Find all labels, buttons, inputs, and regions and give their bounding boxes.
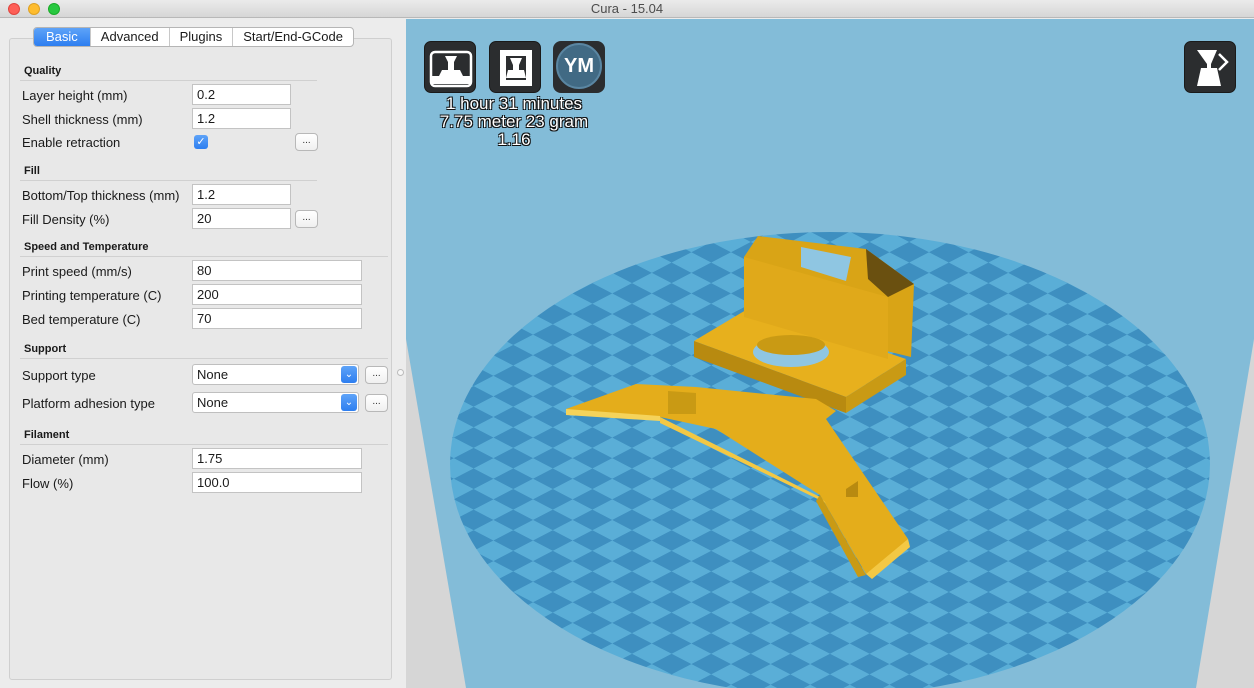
fill-heading: Fill	[24, 165, 40, 177]
retraction-more-button[interactable]: ...	[295, 133, 318, 151]
3d-viewport[interactable]: YM 1 hour 31 minutes 7.75 meter 23 gram …	[406, 19, 1254, 688]
shell-thickness-label: Shell thickness (mm)	[22, 112, 143, 127]
support-heading: Support	[24, 343, 67, 355]
chevron-down-icon: ⌄	[341, 394, 357, 411]
support-type-label: Support type	[22, 368, 96, 383]
save-toolpath-button[interactable]	[489, 41, 541, 93]
print-time: 1 hour 31 minutes	[445, 94, 583, 113]
print-speed-label: Print speed (mm/s)	[22, 264, 132, 279]
bed-temperature-label: Bed temperature (C)	[22, 312, 141, 327]
panel-splitter-handle[interactable]	[397, 369, 404, 376]
tab-plugins[interactable]: Plugins	[168, 28, 233, 46]
load-model-icon	[429, 50, 473, 88]
printing-temperature-input[interactable]	[192, 284, 362, 305]
speed-divider	[20, 256, 388, 257]
fill-divider	[20, 180, 317, 181]
layer-height-label: Layer height (mm)	[22, 88, 128, 103]
shell-thickness-input[interactable]	[192, 108, 291, 129]
layer-height-input[interactable]	[192, 84, 291, 105]
platform-adhesion-value: None	[197, 395, 229, 410]
material-usage: 7.75 meter 23 gram	[439, 112, 589, 131]
settings-tabs: Basic Advanced Plugins Start/End-GCode	[33, 27, 354, 47]
load-model-button[interactable]	[424, 41, 476, 93]
quality-heading: Quality	[24, 65, 62, 77]
tab-start-end-gcode[interactable]: Start/End-GCode	[232, 28, 353, 46]
flow-label: Flow (%)	[22, 476, 74, 491]
fill-density-more-button[interactable]: ...	[295, 210, 318, 228]
settings-panel: Basic Advanced Plugins Start/End-GCode Q…	[0, 19, 406, 688]
title-bar: Cura - 15.04	[0, 0, 1254, 18]
quality-divider	[20, 80, 317, 81]
platform-adhesion-select[interactable]: None ⌄	[192, 392, 359, 413]
support-type-more-button[interactable]: ...	[365, 366, 388, 384]
view-mode-button[interactable]	[1184, 41, 1236, 93]
tab-advanced[interactable]: Advanced	[89, 28, 169, 46]
support-type-value: None	[197, 367, 229, 382]
platform-adhesion-label: Platform adhesion type	[22, 396, 155, 411]
support-type-select[interactable]: None ⌄	[192, 364, 359, 385]
platform-adhesion-more-button[interactable]: ...	[365, 394, 388, 412]
diameter-input[interactable]	[192, 448, 362, 469]
print-speed-input[interactable]	[192, 260, 362, 281]
window-title: Cura - 15.04	[590, 1, 664, 16]
bottom-top-thickness-label: Bottom/Top thickness (mm)	[22, 188, 180, 203]
support-divider	[20, 358, 388, 359]
retraction-checkbox[interactable]: ✓	[194, 135, 208, 149]
tab-basic[interactable]: Basic	[34, 28, 90, 46]
ym-plugin-button[interactable]: YM	[553, 41, 605, 93]
diameter-label: Diameter (mm)	[22, 452, 109, 467]
filament-divider	[20, 444, 388, 445]
floor-right	[1196, 339, 1254, 688]
print-cost: 1.16	[497, 130, 531, 149]
floor-left	[406, 339, 466, 688]
save-toolpath-icon	[500, 50, 532, 86]
view-mode-icon	[1197, 50, 1229, 86]
chevron-down-icon: ⌄	[341, 366, 357, 383]
ym-badge: YM	[556, 43, 602, 89]
speed-temperature-heading: Speed and Temperature	[24, 241, 149, 253]
bed-temperature-input[interactable]	[192, 308, 362, 329]
flow-input[interactable]	[192, 472, 362, 493]
retraction-label: Enable retraction	[22, 135, 121, 150]
print-info: 1 hour 31 minutes 7.75 meter 23 gram 1.1…	[424, 95, 604, 149]
fill-density-label: Fill Density (%)	[22, 212, 110, 227]
bottom-top-thickness-input[interactable]	[192, 184, 291, 205]
printing-temperature-label: Printing temperature (C)	[22, 288, 162, 303]
fill-density-input[interactable]	[192, 208, 291, 229]
filament-heading: Filament	[24, 429, 70, 441]
